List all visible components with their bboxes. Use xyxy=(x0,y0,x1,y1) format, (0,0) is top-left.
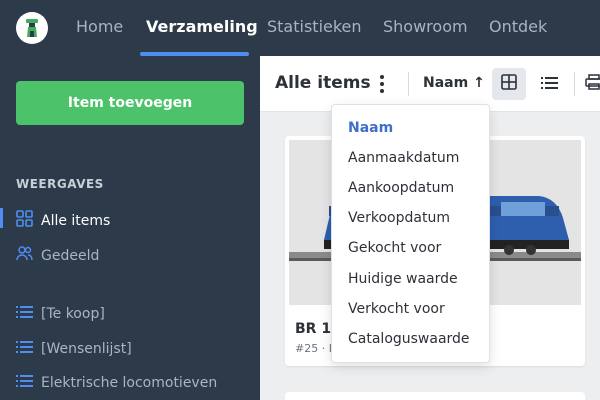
item-card[interactable] xyxy=(285,392,585,400)
page-title: Alle items xyxy=(275,73,371,93)
grid-view-icon xyxy=(501,74,517,94)
sort-dropdown-button[interactable]: Naam ↑ xyxy=(423,75,485,91)
sidebar-item-label: [Te koop] xyxy=(41,306,105,322)
users-icon xyxy=(16,245,33,266)
sidebar-item-shared[interactable]: Gedeeld xyxy=(16,245,99,266)
lighthouse-logo-icon[interactable] xyxy=(16,12,48,44)
sidebar-item-label: Elektrische locomotieven xyxy=(41,375,218,391)
nav-statistieken[interactable]: Statistieken xyxy=(267,17,362,36)
sidebar-item-wishlist[interactable]: [Wensenlijst] xyxy=(16,340,132,358)
print-button[interactable] xyxy=(582,68,600,100)
sort-option-aanmaakdatum[interactable]: Aanmaakdatum xyxy=(348,150,459,166)
grid-view-button[interactable] xyxy=(492,68,526,100)
sort-option-verkocht-voor[interactable]: Verkocht voor xyxy=(348,301,445,317)
add-item-button[interactable]: Item toevoegen xyxy=(16,81,244,125)
sidebar: Item toevoegen WEERGAVES Alle items Gede… xyxy=(0,56,260,400)
list-icon xyxy=(16,374,33,392)
list-icon xyxy=(16,305,33,323)
more-options-icon[interactable] xyxy=(374,72,390,96)
printer-icon xyxy=(585,74,600,94)
list-view-icon xyxy=(540,75,558,94)
sidebar-item-electric-locomotives[interactable]: Elektrische locomotieven xyxy=(16,374,217,392)
nav-home[interactable]: Home xyxy=(76,17,123,36)
sort-option-aankoopdatum[interactable]: Aankoopdatum xyxy=(348,180,454,196)
toolbar-divider xyxy=(408,72,409,96)
sidebar-item-label: Alle items xyxy=(41,212,111,229)
sidebar-item-label: [Wensenlijst] xyxy=(41,341,132,357)
section-heading-views: WEERGAVES xyxy=(16,177,104,191)
nav-verzameling[interactable]: Verzameling xyxy=(146,17,258,36)
grid-icon xyxy=(16,210,33,231)
sidebar-item-all-items[interactable]: Alle items xyxy=(16,210,110,231)
sort-option-naam[interactable]: Naam xyxy=(348,120,393,136)
sort-menu: Naam Aanmaakdatum Aankoopdatum Verkoopda… xyxy=(331,104,490,363)
top-navigation: Home Verzameling Statistieken Showroom O… xyxy=(0,0,600,56)
sort-option-verkoopdatum[interactable]: Verkoopdatum xyxy=(348,210,450,226)
active-view-indicator xyxy=(0,208,3,228)
sort-option-cataloguswaarde[interactable]: Cataloguswaarde xyxy=(348,331,470,347)
sort-option-huidige-waarde[interactable]: Huidige waarde xyxy=(348,271,458,287)
nav-ontdek[interactable]: Ontdek xyxy=(489,17,547,36)
sidebar-item-for-sale[interactable]: [Te koop] xyxy=(16,305,105,323)
list-icon xyxy=(16,340,33,358)
nav-showroom[interactable]: Showroom xyxy=(383,17,468,36)
toolbar-divider xyxy=(574,72,575,96)
list-view-button[interactable] xyxy=(532,68,566,100)
sort-option-gekocht-voor[interactable]: Gekocht voor xyxy=(348,240,441,256)
sidebar-item-label: Gedeeld xyxy=(41,247,100,264)
